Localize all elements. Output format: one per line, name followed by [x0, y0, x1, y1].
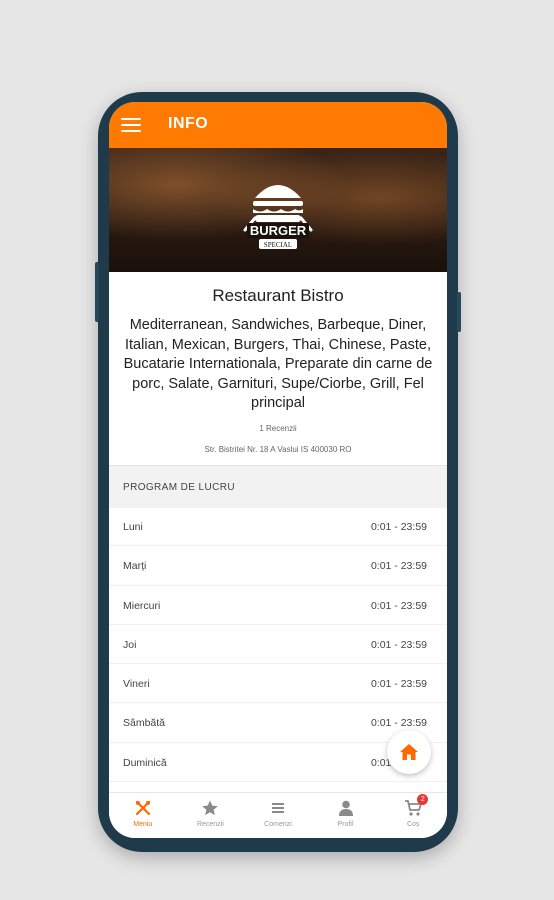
restaurant-address: Str. Bistritei Nr. 18 A Vaslui IS 400030…: [204, 445, 352, 454]
logo-text-special: SPECIAL: [264, 241, 292, 249]
hours-value: 0:01 - 23:59: [370, 599, 427, 612]
cart-count-badge: 2: [417, 794, 429, 805]
restaurant-cover-image: BURGER SPECIAL: [109, 148, 447, 272]
nav-label: Profil: [337, 821, 354, 828]
cuisine-list: Mediterranean, Sandwiches, Barbeque, Din…: [123, 317, 433, 411]
nav-item-reviews[interactable]: Recenzii: [177, 793, 245, 838]
day-label: Miercuri: [123, 599, 161, 612]
hours-value: 0:01 - 23:59: [370, 717, 427, 730]
day-label: Duminică: [123, 756, 167, 769]
logo-text-burger: BURGER: [250, 223, 307, 238]
day-label: Vineri: [123, 678, 150, 691]
nav-item-menu[interactable]: Meniu: [109, 793, 177, 838]
hamburger-menu-icon[interactable]: [121, 118, 141, 132]
page-title: INFO: [168, 115, 209, 132]
hours-row-wednesday: Miercuri 0:01 - 23:59: [109, 586, 447, 625]
nav-item-orders[interactable]: Comenzi: [244, 793, 312, 838]
day-label: Joi: [123, 638, 137, 651]
app-screen: INFO BURGER SPECIAL Restaurant Bistro Me…: [109, 102, 447, 838]
hours-row-monday: Luni 0:01 - 23:59: [109, 507, 447, 547]
hours-value: 0:01 - 23:59: [370, 521, 427, 533]
hours-row-thursday: Joi 0:01 - 23:59: [109, 625, 447, 665]
cutlery-icon: [135, 800, 150, 816]
hours-value: 0:01 - 23:59: [370, 678, 427, 691]
burger-special-logo: BURGER SPECIAL: [243, 185, 313, 249]
star-icon: [202, 800, 219, 816]
power-button: [457, 292, 461, 332]
app-bar: INFO: [109, 102, 447, 148]
restaurant-name: Restaurant Bistro: [212, 286, 344, 305]
nav-label: Coș: [406, 821, 420, 828]
nav-item-cart[interactable]: 2 Coș: [379, 793, 447, 838]
nav-label: Meniu: [133, 821, 153, 828]
hours-value: 0:01 - 23:59: [370, 638, 427, 651]
bottom-navigation: Meniu Recenzii Comenzi Profil 2 Coș: [109, 792, 447, 838]
reviews-count-link[interactable]: 1 Recenzii: [109, 424, 447, 433]
day-label: Sâmbătă: [123, 717, 166, 730]
day-label: Luni: [123, 521, 143, 533]
list-icon: [271, 803, 284, 813]
schedule-header-label: PROGRAM DE LUCRU: [123, 482, 235, 493]
hours-value: 0:01 - 23:59: [370, 560, 427, 573]
home-fab-button[interactable]: [387, 730, 431, 774]
volume-button: [95, 262, 99, 322]
day-label: Marți: [123, 560, 147, 573]
home-icon: [400, 744, 418, 760]
person-icon: [338, 800, 353, 816]
schedule-section-header: PROGRAM DE LUCRU: [109, 465, 447, 508]
nav-label: Recenzii: [196, 821, 224, 828]
nav-item-profile[interactable]: Profil: [312, 793, 380, 838]
hours-row-friday: Vineri 0:01 - 23:59: [109, 664, 447, 704]
hours-row-tuesday: Marți 0:01 - 23:59: [109, 546, 447, 586]
nav-label: Comenzi: [264, 821, 292, 828]
